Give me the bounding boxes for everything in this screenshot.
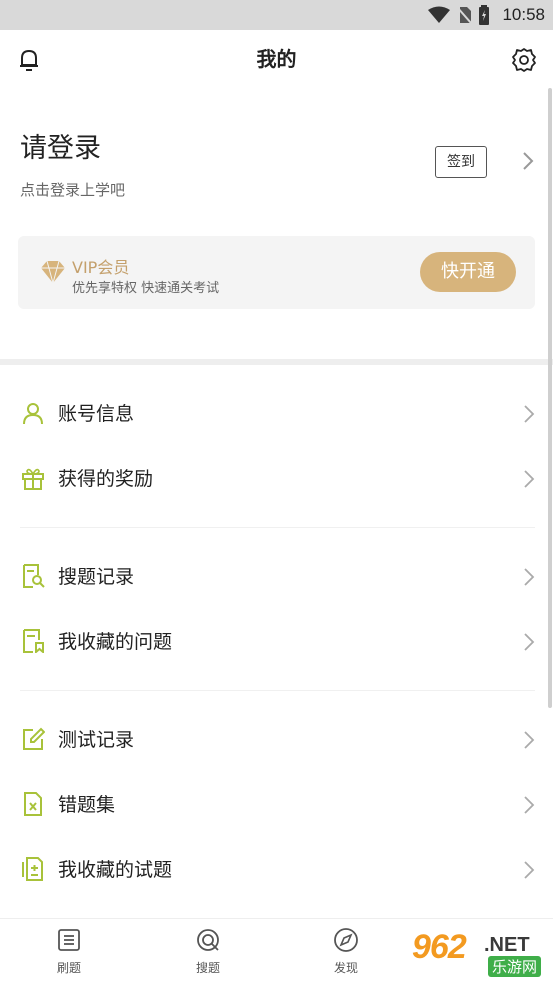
- chevron-right-icon: [524, 405, 535, 423]
- watermark-logo: 962 .NET 乐游网: [412, 922, 552, 978]
- gift-icon: [22, 468, 44, 490]
- login-prompt[interactable]: 请登录 点击登录上学吧: [20, 126, 125, 200]
- tab-label: 发现: [333, 961, 358, 975]
- menu-item-wrong-questions[interactable]: 错题集: [0, 773, 553, 837]
- login-subtitle: 点击登录上学吧: [20, 181, 126, 199]
- compass-icon: [334, 928, 358, 952]
- chevron-right-icon: [524, 470, 535, 488]
- vip-subtitle: 优先享特权 快速通关考试: [72, 281, 220, 296]
- search-icon: [197, 929, 219, 951]
- page-title: 我的: [256, 47, 297, 71]
- login-title: 请登录: [20, 133, 101, 164]
- wifi-icon: [428, 6, 451, 23]
- vip-open-button[interactable]: 快开通: [420, 252, 516, 292]
- menu-item-label: 获得的奖励: [58, 468, 154, 490]
- chevron-right-icon[interactable]: [520, 150, 536, 172]
- status-bar: 10:58: [0, 0, 553, 30]
- search-doc-icon: [23, 564, 45, 588]
- watermark-net: .NET: [484, 934, 530, 956]
- menu-item-label: 我收藏的试题: [58, 859, 173, 881]
- chevron-right-icon: [524, 568, 535, 586]
- diamond-icon: [41, 260, 65, 284]
- menu-item-favorite-questions[interactable]: 我收藏的问题: [0, 610, 553, 674]
- watermark-site-name: 乐游网: [488, 956, 542, 977]
- chevron-right-icon: [524, 796, 535, 814]
- group-divider: [20, 690, 535, 691]
- bookmark-doc-icon: [23, 629, 44, 653]
- chevron-right-icon: [524, 861, 535, 879]
- menu-item-rewards[interactable]: 获得的奖励: [0, 447, 553, 511]
- tab-search[interactable]: 搜题: [168, 927, 248, 976]
- edit-icon: [23, 727, 45, 750]
- vip-title: VIP会员: [72, 258, 130, 277]
- section-divider: [0, 359, 553, 365]
- tab-practice[interactable]: 刷题: [29, 927, 109, 976]
- group-divider: [20, 527, 535, 528]
- tab-discover[interactable]: 发现: [306, 927, 386, 976]
- vip-card[interactable]: VIP会员 优先享特权 快速通关考试 快开通: [18, 236, 535, 309]
- menu-item-account[interactable]: 账号信息: [0, 382, 553, 446]
- menu-item-label: 测试记录: [58, 729, 135, 751]
- watermark-number: 962: [412, 928, 467, 966]
- page-header: 我的: [0, 30, 553, 88]
- tab-label: 刷题: [56, 961, 81, 975]
- menu-item-label: 错题集: [58, 794, 116, 816]
- menu-item-favorite-tests[interactable]: 我收藏的试题: [0, 838, 553, 902]
- menu-item-test-history[interactable]: 测试记录: [0, 708, 553, 772]
- user-icon: [23, 403, 43, 425]
- menu-item-search-history[interactable]: 搜题记录: [0, 545, 553, 609]
- menu-item-label: 我收藏的问题: [58, 631, 173, 653]
- tab-label: 搜题: [195, 961, 220, 975]
- status-time: 10:58: [502, 5, 545, 24]
- chevron-right-icon: [524, 731, 535, 749]
- signin-button[interactable]: 签到: [435, 146, 487, 178]
- menu-item-label: 搜题记录: [58, 566, 135, 588]
- fav-paper-icon: [22, 857, 43, 881]
- scrollbar[interactable]: [548, 88, 552, 708]
- battery-icon: [479, 5, 490, 25]
- no-sim-icon: [456, 6, 473, 24]
- menu-item-label: 账号信息: [58, 403, 135, 425]
- list-icon: [58, 929, 80, 951]
- error-doc-icon: [24, 792, 42, 816]
- chevron-right-icon: [524, 633, 535, 651]
- gear-icon[interactable]: [511, 47, 537, 73]
